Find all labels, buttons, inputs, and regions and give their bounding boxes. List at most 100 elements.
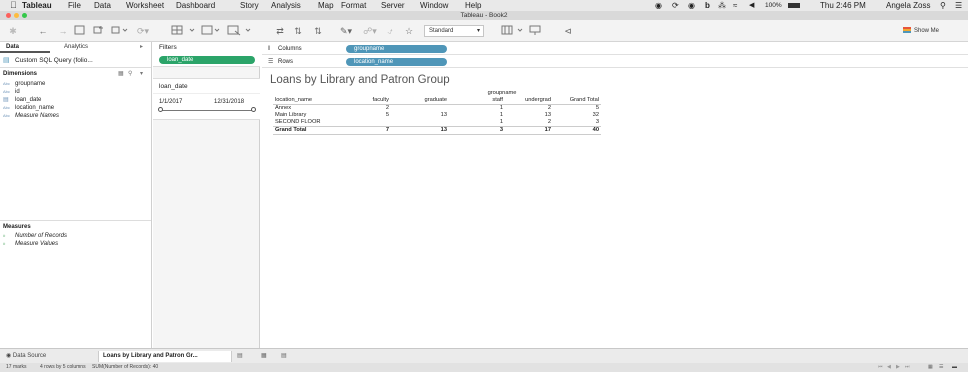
table-cell[interactable]: 40 [553,127,601,135]
menu-worksheet[interactable]: Worksheet [126,0,164,11]
minimize-window-button[interactable] [14,13,19,18]
menu-help[interactable]: Help [465,0,481,11]
spotlight-icon[interactable]: ⚲ [940,0,946,11]
table-cell[interactable]: 2 [349,105,391,113]
field-id[interactable]: Abc id [3,88,20,96]
table-cell[interactable]: 7 [349,127,391,135]
tableau-logo-icon[interactable]: ✱ [6,24,20,38]
tab-analytics[interactable]: Analytics [64,42,124,53]
worksheet-view[interactable]: Loans by Library and Patron Group groupn… [262,68,968,348]
clear-sheet-icon[interactable] [226,24,254,38]
tab-sheet-loans[interactable]: Loans by Library and Patron Gr... [98,351,232,362]
crosstab[interactable]: groupname location_name faculty graduate… [273,90,601,135]
new-worksheet-icon[interactable] [170,24,198,38]
table-cell[interactable]: 1 [449,112,505,119]
table-cell[interactable]: 3 [553,119,601,127]
range-slider-track[interactable] [161,110,253,111]
table-row[interactable]: SECOND FLOOR 1 2 3 [273,119,601,127]
sort-ascending-icon[interactable]: ⇅ [290,24,306,38]
table-cell[interactable]: 13 [391,127,449,135]
presentation-mode-icon[interactable] [528,24,546,38]
table-cell[interactable]: 1 [449,119,505,127]
field-measure-values[interactable]: # Measure Values [3,240,58,248]
field-groupname[interactable]: Abc groupname [3,80,45,88]
save-icon[interactable] [74,24,88,38]
tray-app-icon[interactable]: ◉ [655,0,662,11]
dimensions-grid-icon[interactable]: ▦ [118,70,124,77]
next-page-icon[interactable]: ▶ [896,363,900,372]
new-dashboard-tab-icon[interactable]: ▦ [261,351,267,362]
first-page-icon[interactable]: ⏮ [878,363,883,372]
table-row[interactable]: Annex 2 1 2 5 [273,104,601,113]
menu-story[interactable]: Story [240,0,259,11]
group-members-icon[interactable]: ☍▾ [358,24,382,38]
table-cell[interactable]: 17 [505,127,553,135]
tray-b-icon[interactable]: b [705,0,710,11]
share-icon[interactable]: ⊲ [560,24,576,38]
range-slider-end-handle[interactable] [251,107,256,112]
table-cell[interactable]: 13 [505,112,553,119]
show-me-button[interactable]: Show Me [903,24,961,38]
new-worksheet-tab-icon[interactable]: ▤ [237,351,243,362]
duplicate-sheet-icon[interactable] [200,24,222,38]
table-cell[interactable]: 5 [553,105,601,113]
undo-arrow-icon[interactable]: ← [36,24,50,38]
new-datasource-icon[interactable] [92,24,106,38]
table-cell[interactable]: 13 [391,112,449,119]
range-slider-start-handle[interactable] [158,107,163,112]
table-row[interactable]: Main Library 5 13 1 13 32 [273,112,601,119]
table-cell[interactable]: 2 [505,119,553,127]
user-name[interactable]: Angela Zoss [886,0,930,11]
apple-icon[interactable]:  [10,0,17,11]
table-cell[interactable]: 2 [505,105,553,113]
chevron-down-icon[interactable]: ▾ [140,70,143,77]
datasource-item[interactable]: ▤ Custom SQL Query (folio... [3,57,93,65]
fit-mode-dropdown[interactable]: Standard ▾ [424,25,484,37]
rows-shelf[interactable]: ☰ Rows location_name [262,56,968,68]
zoom-window-button[interactable] [22,13,27,18]
show-cards-icon[interactable] [500,24,528,38]
menu-server[interactable]: Server [381,0,405,11]
range-start-date[interactable]: 1/1/2017 [159,99,182,105]
pane-menu-icon[interactable]: ▸ [140,42,150,53]
notification-center-icon[interactable]: ☰ [955,0,962,11]
table-cell[interactable] [391,119,449,127]
show-mark-labels-icon[interactable]: ⍻ [382,24,398,38]
tab-data-source[interactable]: ◉ Data Source [6,351,46,362]
sort-descending-icon[interactable]: ⇅ [310,24,326,38]
table-cell[interactable] [391,105,449,113]
pause-updates-icon[interactable] [110,24,130,38]
app-menu[interactable]: Tableau [22,0,52,11]
menu-window[interactable]: Window [420,0,448,11]
menu-format[interactable]: Format [341,0,366,11]
search-icon[interactable]: ⚲ [128,70,132,77]
tray-sync-icon[interactable]: ⟳ [672,0,679,11]
new-story-tab-icon[interactable]: ▤ [281,351,287,362]
refresh-icon[interactable]: ⟳▾ [132,24,154,38]
field-location-name[interactable]: Abc location_name [3,104,54,112]
columns-pill-groupname[interactable]: groupname [346,45,447,53]
wifi-icon[interactable]: ≈ [733,0,737,11]
table-cell[interactable]: 3 [449,127,505,135]
filmstrip-icon[interactable]: ☰ [939,363,943,372]
battery-icon[interactable] [788,3,800,8]
range-end-date[interactable]: 12/31/2018 [214,99,244,105]
rows-pill-location-name[interactable]: location_name [346,58,447,66]
tray-eye-icon[interactable]: ◉ [688,0,695,11]
previous-page-icon[interactable]: ◀ [887,363,891,372]
sheet-sorter-icon[interactable]: ▦ [928,363,933,372]
tabs-view-icon[interactable]: ▬ [952,363,957,372]
filter-pill-loan-date[interactable]: loan_date [159,56,255,64]
menu-file[interactable]: File [68,0,81,11]
menu-dashboard[interactable]: Dashboard [176,0,215,11]
menu-analysis[interactable]: Analysis [271,0,301,11]
field-number-of-records[interactable]: # Number of Records [3,232,67,240]
table-cell[interactable]: 1 [449,105,505,113]
field-loan-date[interactable]: ▤ loan_date [3,96,41,104]
clock[interactable]: Thu 2:46 PM [820,0,866,11]
volume-icon[interactable]: ◀ [749,0,754,11]
grand-total-row[interactable]: Grand Total 7 13 3 17 40 [273,126,601,135]
menu-map[interactable]: Map [318,0,334,11]
swap-rows-columns-icon[interactable]: ⇄ [272,24,288,38]
field-measure-names[interactable]: Abc Measure Names [3,112,59,120]
